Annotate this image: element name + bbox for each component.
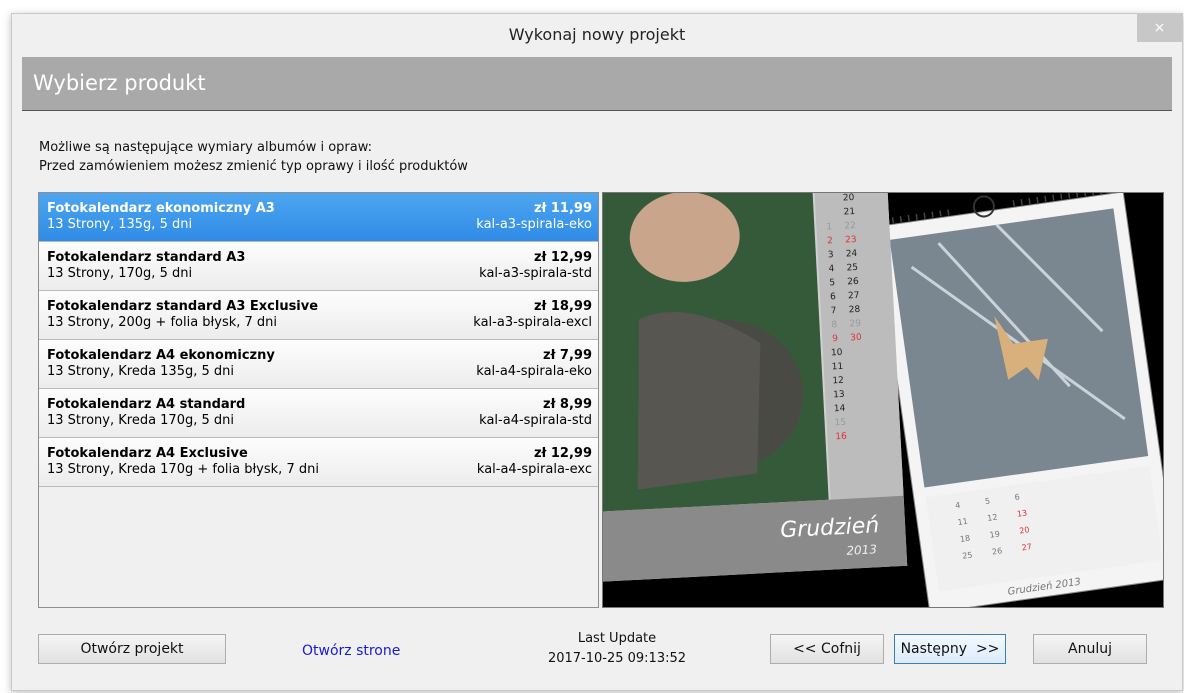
- svg-text:8: 8: [831, 320, 838, 330]
- product-description: 13 Strony, 200g + folia błysk, 7 dni: [47, 315, 278, 330]
- product-price: zł 18,99: [533, 299, 592, 314]
- product-price: zł 12,99: [533, 250, 592, 265]
- svg-text:24: 24: [846, 249, 858, 260]
- svg-text:25: 25: [962, 550, 973, 560]
- open-page-link[interactable]: Otwórz strone: [302, 643, 400, 659]
- product-list[interactable]: Fotokalendarz ekonomiczny A3 13 Strony, 1…: [38, 192, 599, 608]
- svg-text:12: 12: [987, 513, 998, 523]
- svg-text:16: 16: [835, 432, 847, 443]
- month-label: Grudzień: [780, 513, 880, 543]
- product-description: 13 Strony, Kreda 170g + folia błysk, 7 d…: [47, 462, 319, 477]
- svg-text:6: 6: [830, 292, 837, 302]
- svg-text:26: 26: [991, 546, 1002, 556]
- product-price: zł 7,99: [543, 348, 592, 363]
- product-name: Fotokalendarz standard A3: [47, 250, 246, 265]
- next-label: Następny >>: [900, 641, 1000, 657]
- svg-text:2: 2: [827, 236, 833, 246]
- svg-text:27: 27: [848, 291, 860, 302]
- svg-text:19: 19: [989, 529, 1000, 539]
- svg-text:22: 22: [844, 221, 856, 232]
- last-update-label: Last Update: [577, 631, 657, 646]
- product-name: Fotokalendarz A4 ekonomiczny: [47, 348, 275, 363]
- product-description: 13 Strony, Kreda 135g, 5 dni: [47, 364, 235, 379]
- product-preview-image: Grudzień 2013 456 11 12 13 18 19 20 25 26 27: [602, 192, 1164, 608]
- product-price: zł 12,99: [533, 446, 592, 461]
- svg-text:28: 28: [849, 305, 861, 316]
- svg-text:3: 3: [828, 250, 834, 260]
- product-name: Fotokalendarz standard A3 Exclusive: [47, 299, 319, 314]
- product-item[interactable]: Fotokalendarz standard A3 Exclusive 13 St…: [39, 291, 598, 340]
- intro-line-2: Przed zamówieniem możesz zmienić typ opr…: [39, 159, 468, 174]
- svg-text:23: 23: [845, 235, 857, 246]
- product-code: kal-a3-spirala-excl: [473, 315, 592, 330]
- new-project-dialog: Wykonaj nowy projekt × Wybierz produkt M…: [11, 13, 1183, 691]
- svg-text:20: 20: [843, 193, 855, 204]
- product-code: kal-a4-spirala-std: [479, 413, 592, 428]
- product-name: Fotokalendarz ekonomiczny A3: [47, 201, 275, 216]
- product-description: 13 Strony, 170g, 5 dni: [47, 266, 193, 281]
- close-icon: ×: [1153, 20, 1166, 36]
- svg-text:1: 1: [826, 222, 832, 232]
- header-band: Wybierz produkt: [22, 57, 1172, 111]
- svg-text:25: 25: [846, 263, 858, 274]
- product-item[interactable]: Fotokalendarz A4 standard 13 Strony, Kred…: [39, 389, 598, 438]
- svg-text:12: 12: [832, 376, 844, 387]
- product-code: kal-a3-spirala-eko: [476, 217, 592, 232]
- product-item[interactable]: Fotokalendarz A4 Exclusive 13 Strony, Kre…: [39, 438, 598, 487]
- page-title: Wybierz produkt: [33, 71, 206, 95]
- svg-text:9: 9: [832, 334, 839, 344]
- product-description: 13 Strony, Kreda 170g, 5 dni: [47, 413, 235, 428]
- svg-text:13: 13: [833, 390, 845, 401]
- cancel-label: Anuluj: [1068, 641, 1112, 657]
- svg-text:5: 5: [829, 278, 835, 288]
- svg-text:7: 7: [831, 306, 837, 316]
- back-button[interactable]: << Cofnij: [770, 634, 884, 664]
- svg-text:13: 13: [1016, 508, 1027, 518]
- svg-text:30: 30: [850, 333, 862, 344]
- product-price: zł 11,99: [533, 201, 592, 216]
- svg-text:27: 27: [1021, 542, 1032, 552]
- svg-text:20: 20: [1019, 525, 1030, 535]
- svg-text:29: 29: [849, 319, 861, 330]
- product-code: kal-a4-spirala-exc: [476, 462, 592, 477]
- product-name: Fotokalendarz A4 standard: [47, 397, 246, 412]
- open-project-button[interactable]: Otwórz projekt: [38, 634, 226, 664]
- svg-text:18: 18: [959, 534, 970, 544]
- svg-text:10: 10: [831, 348, 843, 359]
- intro-line-1: Możliwe są następujące wymiary albumów i…: [39, 140, 373, 155]
- title-bar: Wykonaj nowy projekt ×: [12, 14, 1182, 55]
- svg-text:26: 26: [847, 277, 859, 288]
- product-price: zł 8,99: [543, 397, 592, 412]
- product-name: Fotokalendarz A4 Exclusive: [47, 446, 248, 461]
- product-item[interactable]: Fotokalendarz ekonomiczny A3 13 Strony, 1…: [39, 193, 598, 242]
- window-title: Wykonaj nowy projekt: [508, 25, 686, 44]
- open-project-label: Otwórz projekt: [80, 641, 184, 657]
- next-button[interactable]: Następny >>: [894, 634, 1006, 664]
- back-label: << Cofnij: [793, 641, 861, 657]
- product-item[interactable]: Fotokalendarz standard A3 13 Strony, 170g…: [39, 242, 598, 291]
- product-code: kal-a4-spirala-eko: [476, 364, 592, 379]
- svg-text:14: 14: [834, 404, 846, 415]
- svg-text:15: 15: [834, 418, 846, 429]
- product-item[interactable]: Fotokalendarz A4 ekonomiczny 13 Strony, K…: [39, 340, 598, 389]
- cancel-button[interactable]: Anuluj: [1033, 634, 1147, 664]
- svg-text:11: 11: [831, 362, 843, 373]
- svg-text:11: 11: [957, 517, 968, 527]
- svg-text:21: 21: [843, 207, 855, 218]
- product-code: kal-a3-spirala-std: [479, 266, 592, 281]
- year-label: 2013: [846, 542, 877, 558]
- close-button[interactable]: ×: [1137, 14, 1182, 42]
- svg-text:4: 4: [828, 264, 835, 274]
- last-update-value: 2017-10-25 09:13:52: [547, 651, 687, 666]
- product-description: 13 Strony, 135g, 5 dni: [47, 217, 193, 232]
